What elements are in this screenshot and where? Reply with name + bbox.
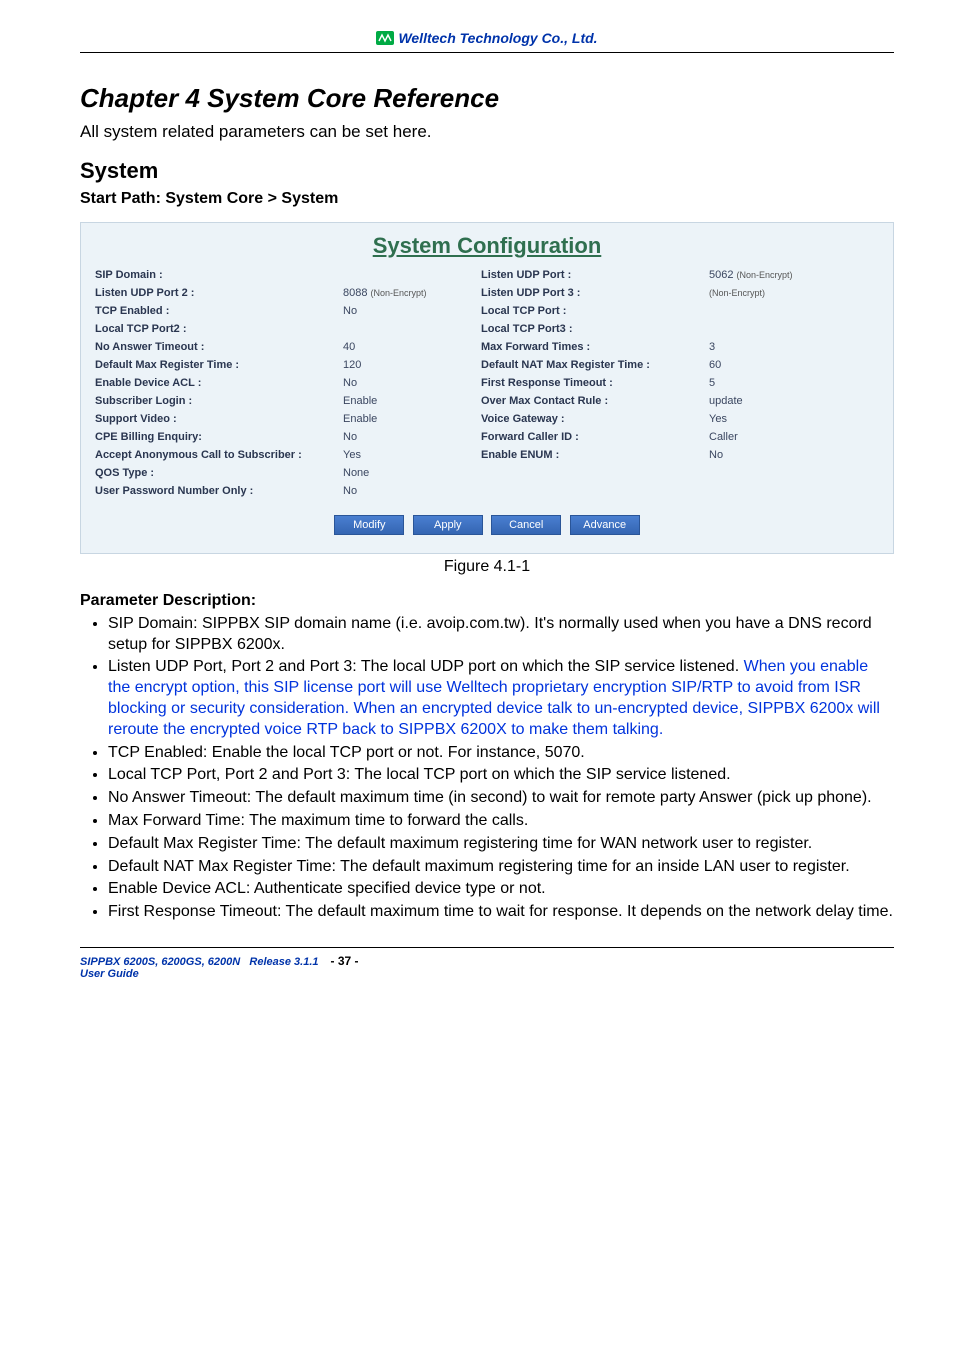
logo-icon	[376, 31, 394, 48]
config-value	[709, 467, 819, 479]
page-footer: SIPPBX 6200S, 6200GS, 6200N Release 3.1.…	[80, 947, 894, 980]
config-value: (Non-Encrypt)	[709, 287, 819, 299]
config-label: SIP Domain :	[95, 269, 335, 281]
config-label: User Password Number Only :	[95, 485, 335, 497]
config-label: Over Max Contact Rule :	[481, 395, 701, 407]
config-label: Listen UDP Port :	[481, 269, 701, 281]
param-local-tcp: Local TCP Port, Port 2 and Port 3: The l…	[108, 765, 894, 786]
config-label: Accept Anonymous Call to Subscriber :	[95, 449, 335, 461]
cancel-button[interactable]: Cancel	[491, 515, 561, 535]
param-enable-acl: Enable Device ACL: Authenticate specifie…	[108, 879, 894, 900]
config-label: No Answer Timeout :	[95, 341, 335, 353]
start-path: Start Path: System Core > System	[80, 190, 894, 208]
button-row: Modify Apply Cancel Advance	[95, 515, 879, 535]
param-def-nat-max: Default NAT Max Register Time: The defau…	[108, 857, 894, 878]
config-label: Listen UDP Port 3 :	[481, 287, 701, 299]
config-value: No	[343, 305, 473, 317]
config-panel-title: System Configuration	[95, 233, 879, 259]
config-value: Yes	[709, 413, 819, 425]
footer-product: SIPPBX 6200S, 6200GS, 6200N	[80, 956, 240, 968]
section-title: System	[80, 158, 894, 184]
config-label: Local TCP Port :	[481, 305, 701, 317]
config-label: Local TCP Port3 :	[481, 323, 701, 335]
param-first-resp: First Response Timeout: The default maxi…	[108, 902, 894, 923]
config-label: Listen UDP Port 2 :	[95, 287, 335, 299]
config-value: 8088 (Non-Encrypt)	[343, 287, 473, 299]
config-value: Caller	[709, 431, 819, 443]
config-label: Forward Caller ID :	[481, 431, 701, 443]
config-label: Voice Gateway :	[481, 413, 701, 425]
parameter-description-title: Parameter Description:	[80, 592, 894, 610]
config-label: Local TCP Port2 :	[95, 323, 335, 335]
config-value: 5	[709, 377, 819, 389]
param-max-fwd: Max Forward Time: The maximum time to fo…	[108, 811, 894, 832]
param-def-max-reg: Default Max Register Time: The default m…	[108, 834, 894, 855]
config-value: 5062 (Non-Encrypt)	[709, 269, 819, 281]
system-config-panel: System Configuration SIP Domain : Listen …	[80, 222, 894, 554]
config-value: No	[343, 431, 473, 443]
config-value	[343, 323, 473, 335]
config-value	[709, 305, 819, 317]
config-label: CPE Billing Enquiry:	[95, 431, 335, 443]
config-label: Enable Device ACL :	[95, 377, 335, 389]
config-label: Default NAT Max Register Time :	[481, 359, 701, 371]
config-label: Default Max Register Time :	[95, 359, 335, 371]
config-value: Yes	[343, 449, 473, 461]
footer-page-number: - 37 -	[331, 954, 359, 968]
config-label: Enable ENUM :	[481, 449, 701, 461]
parameter-list: SIP Domain: SIPPBX SIP domain name (i.e.…	[80, 614, 894, 923]
apply-button[interactable]: Apply	[413, 515, 483, 535]
header-company: Welltech Technology Co., Ltd.	[398, 30, 597, 46]
config-value	[709, 323, 819, 335]
config-label: Support Video :	[95, 413, 335, 425]
footer-release: Release 3.1.1	[249, 956, 318, 968]
chapter-intro: All system related parameters can be set…	[80, 122, 894, 142]
page-header: Welltech Technology Co., Ltd.	[80, 30, 894, 53]
config-grid: SIP Domain : Listen UDP Port : 5062 (Non-E…	[95, 269, 879, 497]
param-tcp-enabled: TCP Enabled: Enable the local TCP port o…	[108, 743, 894, 764]
config-value: No	[343, 485, 473, 497]
config-value: Enable	[343, 395, 473, 407]
config-label	[481, 467, 701, 479]
config-value: 60	[709, 359, 819, 371]
config-value: No	[709, 449, 819, 461]
config-label: QOS Type :	[95, 467, 335, 479]
chapter-title: Chapter 4 System Core Reference	[80, 83, 894, 114]
config-value	[343, 269, 473, 281]
config-value: Enable	[343, 413, 473, 425]
config-label: Max Forward Times :	[481, 341, 701, 353]
config-label: First Response Timeout :	[481, 377, 701, 389]
config-label	[481, 485, 701, 497]
config-value	[709, 485, 819, 497]
config-value: update	[709, 395, 819, 407]
figure-caption: Figure 4.1-1	[80, 558, 894, 576]
config-value: 3	[709, 341, 819, 353]
footer-guide: User Guide	[80, 968, 139, 980]
config-value: No	[343, 377, 473, 389]
config-value: 40	[343, 341, 473, 353]
config-label: Subscriber Login :	[95, 395, 335, 407]
param-listen-udp: Listen UDP Port, Port 2 and Port 3: The …	[108, 657, 894, 740]
param-no-answer: No Answer Timeout: The default maximum t…	[108, 788, 894, 809]
param-listen-udp-pre: Listen UDP Port, Port 2 and Port 3: The …	[108, 658, 744, 675]
advance-button[interactable]: Advance	[570, 515, 640, 535]
config-label: TCP Enabled :	[95, 305, 335, 317]
config-value: 120	[343, 359, 473, 371]
modify-button[interactable]: Modify	[334, 515, 404, 535]
param-sip-domain: SIP Domain: SIPPBX SIP domain name (i.e.…	[108, 614, 894, 656]
config-value: None	[343, 467, 473, 479]
